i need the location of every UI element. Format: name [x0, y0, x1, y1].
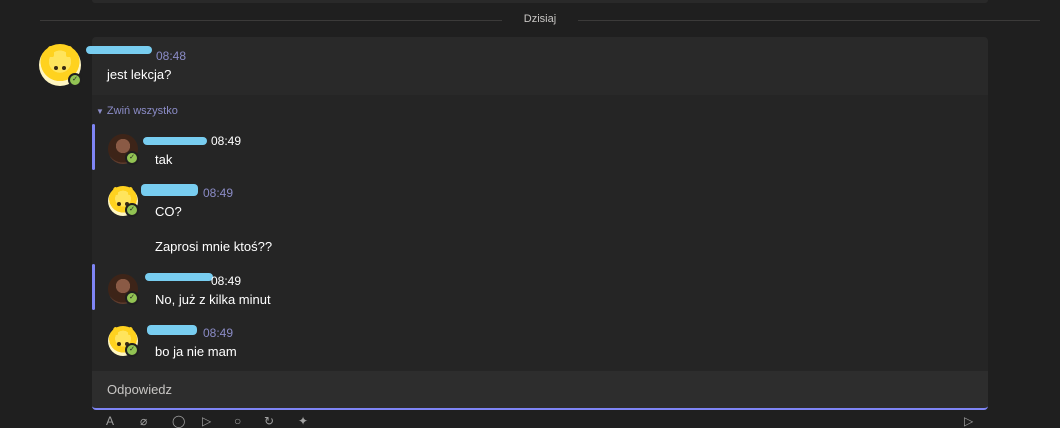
day-divider: Dzisiaj [40, 10, 1040, 30]
divider-line-right [578, 20, 1040, 21]
reply-button[interactable]: Odpowiedz [92, 371, 988, 410]
reply-text: Zaprosi mnie ktoś?? [155, 239, 273, 254]
collapse-all-button[interactable]: ▼ Zwiń wszystko [96, 105, 178, 117]
message-time: 08:48 [156, 49, 187, 63]
author-name-redacted [147, 325, 197, 335]
reply-time: 08:49 [211, 274, 242, 288]
presence-available-icon: ✓ [68, 73, 82, 87]
reply-text: tak [155, 152, 173, 167]
reply-time: 08:49 [211, 134, 242, 148]
loop-icon[interactable]: ↻ [264, 414, 274, 428]
avatar[interactable]: ✓ [108, 326, 139, 357]
divider-line-left [40, 20, 502, 21]
presence-available-icon: ✓ [125, 291, 139, 305]
avatar[interactable]: ✓ [108, 134, 139, 165]
author-name-redacted [141, 184, 198, 196]
format-icon[interactable]: A [106, 414, 114, 428]
presence-available-icon: ✓ [125, 203, 139, 217]
reply-text: CO? [155, 204, 182, 219]
message-card[interactable]: 08:48 jest lekcja? [86, 37, 988, 95]
attach-icon[interactable]: ⌀ [140, 414, 147, 428]
reply-text: No, już z kilka minut [155, 292, 271, 307]
emoji-icon[interactable]: ◯ [172, 414, 185, 428]
caret-down-icon: ▼ [96, 107, 104, 116]
reply-label: Odpowiedz [107, 382, 173, 397]
reply-highlight-bar [92, 124, 95, 170]
avatar[interactable]: ✓ [108, 186, 139, 217]
collapse-all-label: Zwiń wszystko [106, 105, 178, 117]
compose-toolbar: A ⌀ ◯ ▷ ○ ↻ ✦ ▷ [92, 412, 988, 428]
author-name-redacted [86, 46, 152, 54]
reply-highlight-bar [92, 264, 95, 310]
message-text: jest lekcja? [107, 67, 172, 82]
gif-icon[interactable]: ▷ [202, 414, 211, 428]
author-name-redacted [143, 137, 207, 145]
presence-available-icon: ✓ [125, 343, 139, 357]
send-icon[interactable]: ▷ [964, 414, 973, 428]
reply-time: 08:49 [203, 186, 234, 200]
avatar[interactable]: ✓ [108, 274, 139, 305]
presence-available-icon: ✓ [125, 151, 139, 165]
reply-time: 08:49 [203, 326, 234, 340]
sticker-icon[interactable]: ○ [234, 414, 241, 428]
reply-text: bo ja nie mam [155, 344, 237, 359]
apps-icon[interactable]: ✦ [298, 414, 308, 428]
divider-label: Dzisiaj [523, 13, 557, 25]
author-name-redacted [145, 273, 213, 281]
previous-message-edge [92, 0, 988, 3]
reply-thread: ▼ Zwiń wszystko ✓ 08:49 tak ✓ 08:49 CO? Z… [92, 95, 988, 371]
avatar[interactable]: ✓ [39, 44, 82, 87]
